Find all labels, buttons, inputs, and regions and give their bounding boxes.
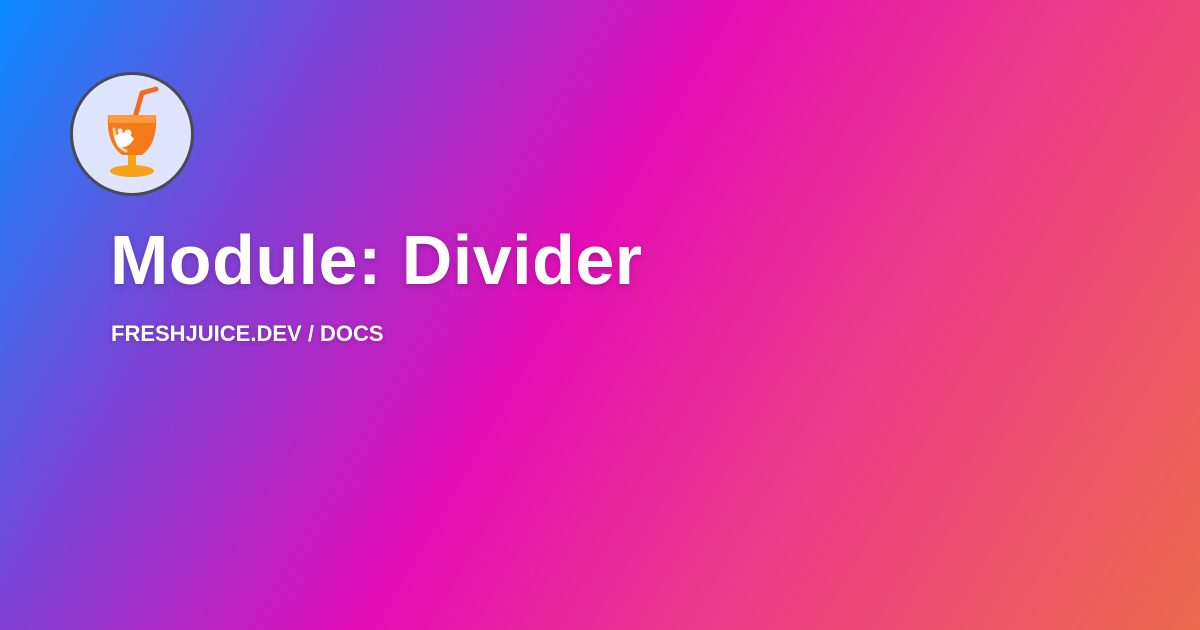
- page-title: Module: Divider: [110, 221, 643, 299]
- site-breadcrumb: FRESHJUICE.DEV / DOCS: [111, 321, 384, 346]
- social-card: Module: Divider FRESHJUICE.DEV / DOCS: [0, 0, 1200, 630]
- logo-badge: [70, 72, 194, 196]
- juice-glass-icon: [107, 86, 159, 177]
